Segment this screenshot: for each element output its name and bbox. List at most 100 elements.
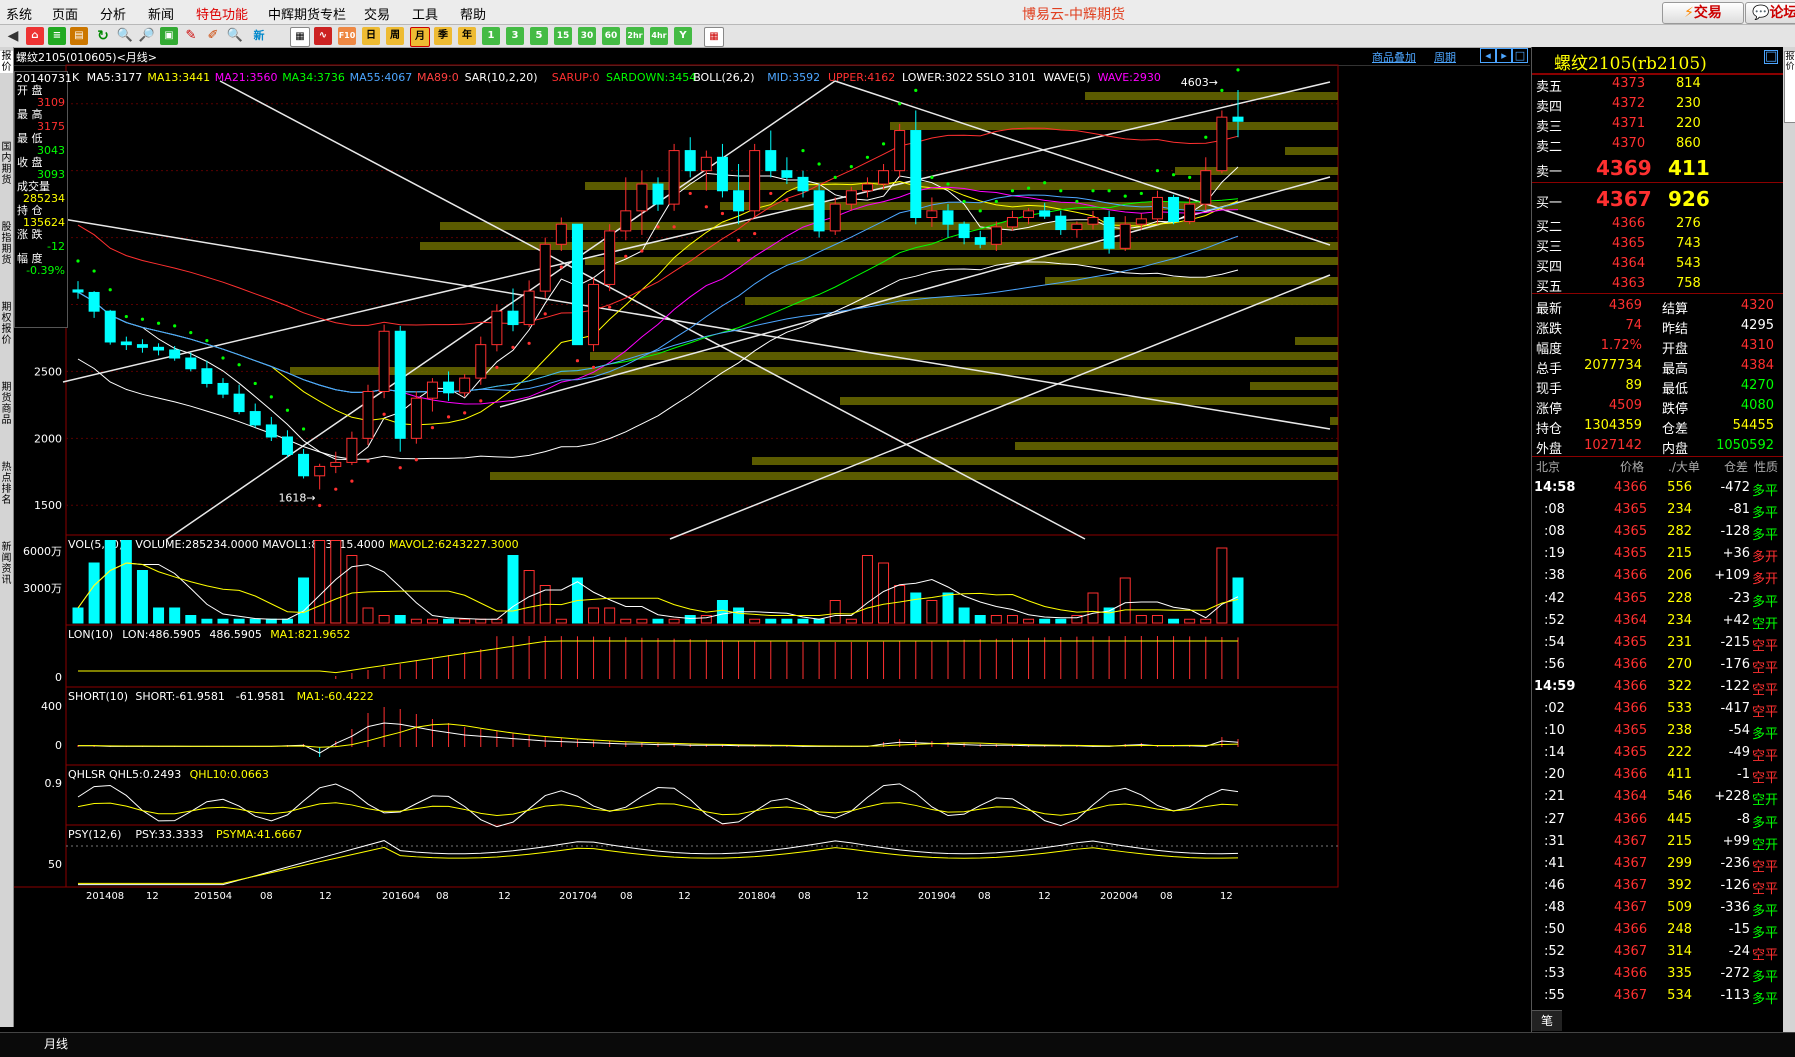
menu-help[interactable]: 帮助 xyxy=(460,4,486,23)
menu-zhonghui-column[interactable]: 中辉期货专栏 xyxy=(268,4,346,23)
tick-row: :14 4365 222 -49 空平 xyxy=(1532,743,1784,764)
table-icon[interactable]: ▦ xyxy=(290,27,310,47)
left-tab-hot-ranking[interactable]: 热点排名 xyxy=(0,462,13,506)
calendar-icon[interactable]: ▦ xyxy=(704,27,724,47)
tick-header-cell: 价格 xyxy=(1620,460,1645,474)
sar-dot xyxy=(1107,189,1111,193)
forum-button[interactable]: 💬论坛 xyxy=(1745,2,1795,24)
left-tab-index-futures[interactable]: 股指期货 xyxy=(0,222,13,266)
new-icon[interactable]: 新 xyxy=(250,27,268,45)
min60-button[interactable]: 60 xyxy=(602,27,620,45)
tick-oi-change: -417 xyxy=(1720,701,1750,716)
menu-features[interactable]: 特色功能 xyxy=(196,4,248,23)
quarter-period-button[interactable]: 季 xyxy=(434,27,452,45)
chart-icon[interactable]: ▤ xyxy=(70,27,88,45)
menu-page[interactable]: 页面 xyxy=(52,4,78,23)
trade-button[interactable]: ⚡交易 xyxy=(1662,2,1744,24)
volume-bar xyxy=(378,615,390,624)
restore-icon[interactable]: □ xyxy=(1764,50,1778,64)
f10-button[interactable]: F10 xyxy=(338,27,356,45)
refresh-icon[interactable]: ↻ xyxy=(94,27,112,45)
min15-button[interactable]: 15 xyxy=(554,27,572,45)
quote-title: 螺纹2105(rb2105) xyxy=(1554,54,1707,74)
custom-period-button[interactable]: Y xyxy=(674,27,692,45)
left-tab-quote[interactable]: 报价 xyxy=(0,51,13,73)
draw-pen-icon[interactable]: ✎ xyxy=(182,27,200,45)
left-tab-commodity[interactable]: 期货商品 xyxy=(0,382,13,426)
candle-body xyxy=(684,150,696,172)
indicator-icon[interactable]: ∿ xyxy=(314,27,332,45)
volume-bar xyxy=(362,607,374,624)
candle-body xyxy=(88,291,100,312)
search-icon[interactable]: 🔍 xyxy=(226,27,244,45)
day-period-button[interactable]: 日 xyxy=(362,27,380,45)
qhl5-line xyxy=(77,783,1239,828)
menu-trade[interactable]: 交易 xyxy=(364,4,390,23)
volume-profile-bar xyxy=(1085,92,1338,100)
menu-tools[interactable]: 工具 xyxy=(412,4,438,23)
min30-button[interactable]: 30 xyxy=(578,27,596,45)
sar-dot xyxy=(1010,189,1015,193)
tick-nature: 空开 xyxy=(1752,616,1779,632)
volume-bar xyxy=(620,618,632,624)
volume-bar xyxy=(797,618,809,624)
volume-profile-bar xyxy=(745,297,1338,305)
stat-value: 4369 xyxy=(1608,298,1642,313)
sar-dot xyxy=(720,211,725,216)
left-tab-domestic-futures[interactable]: 国内期货 xyxy=(0,142,13,186)
min1-button[interactable]: 1 xyxy=(482,27,500,45)
short-line xyxy=(78,722,1239,754)
min5-button[interactable]: 5 xyxy=(530,27,548,45)
list-icon[interactable]: ≡ xyxy=(48,27,66,45)
tick-volume: 215 xyxy=(1667,833,1692,849)
sar-dot xyxy=(881,142,886,146)
indicator-legend-item: WAVE:2930 xyxy=(1098,71,1161,84)
chart-area[interactable]: 螺纹2105(010605)<月线> 商品叠加 周期 ◂ ▸ □ 3000250… xyxy=(14,47,1530,1032)
sar-dot xyxy=(624,254,628,258)
home-icon[interactable]: ⌂ xyxy=(26,27,44,45)
left-tab-options[interactable]: 期权报价 xyxy=(0,302,13,346)
zoom-in-icon[interactable]: 🔍 xyxy=(116,27,134,45)
tick-row: :54 4365 231 -215 空平 xyxy=(1532,633,1784,654)
zoom-out-icon[interactable]: 🔎 xyxy=(138,27,156,45)
week-period-button[interactable]: 周 xyxy=(386,27,404,45)
paint-icon[interactable]: ✐ xyxy=(204,27,222,45)
candle-body xyxy=(185,357,197,370)
volume-bar xyxy=(1006,615,1018,624)
tick-footer-tab[interactable]: 笔 xyxy=(1532,1010,1562,1031)
year-period-button[interactable]: 年 xyxy=(458,27,476,45)
chat-icon: 💬 xyxy=(1752,5,1770,21)
tick-oi-change: -54 xyxy=(1728,723,1750,739)
ask-row: 卖三 4371 220 xyxy=(1532,115,1784,135)
tick-volume: 234 xyxy=(1667,502,1692,518)
month-period-button[interactable]: 月 xyxy=(410,27,430,47)
left-tab-news[interactable]: 新闻资讯 xyxy=(0,542,13,586)
volume-bar xyxy=(604,607,616,624)
tick-time: :48 xyxy=(1544,899,1565,915)
volume-bar xyxy=(749,618,761,624)
stat-label: 仓差 xyxy=(1662,422,1689,437)
right-scroll-bar[interactable]: 报价 xyxy=(1783,47,1795,1056)
hr4-button[interactable]: 4hr xyxy=(650,27,668,45)
menu-system[interactable]: 系统 xyxy=(6,4,32,23)
window-icon[interactable]: ▣ xyxy=(160,27,178,45)
kline-svg[interactable]: 30002500200015004603→1618→KMA5:3177MA13:… xyxy=(14,47,1530,1032)
indicator-legend-item: MA21:3560 xyxy=(215,71,278,84)
hr2-button[interactable]: 2hr xyxy=(626,27,644,45)
min3-button[interactable]: 3 xyxy=(506,27,524,45)
menu-analysis[interactable]: 分析 xyxy=(100,4,126,23)
tick-header-cell: ./大单 xyxy=(1668,460,1700,474)
candle-body xyxy=(475,344,487,379)
indicator-legend-item: LOWER:3022 xyxy=(902,71,973,84)
menu-news[interactable]: 新闻 xyxy=(148,4,174,23)
back-icon[interactable]: ◀ xyxy=(4,27,22,45)
volume-bar xyxy=(652,618,664,624)
sar-dot xyxy=(575,359,580,363)
high-annotation: 4603→ xyxy=(1181,76,1218,89)
tick-volume: 231 xyxy=(1667,634,1692,650)
right-tab-quote[interactable]: 报价 xyxy=(1784,51,1795,123)
tick-volume: 392 xyxy=(1667,877,1692,893)
stat-row: 涨停 4509 跌停 4080 xyxy=(1532,397,1784,417)
tick-price: 4367 xyxy=(1614,988,1648,1004)
tick-volume: 411 xyxy=(1667,767,1692,783)
